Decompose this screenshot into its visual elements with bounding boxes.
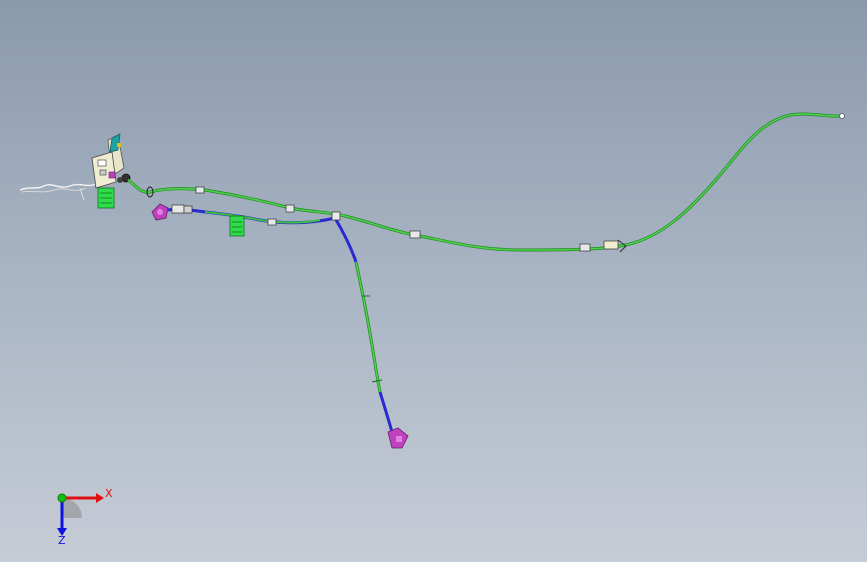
harness-model[interactable] [0, 0, 867, 562]
white-wire-bundle[interactable] [19, 183, 97, 201]
trunk-clips[interactable] [146, 113, 845, 253]
connector-magenta-bottom[interactable] [387, 427, 409, 449]
cad-graphics-viewport[interactable]: X Z [0, 0, 867, 562]
mounting-bracket[interactable] [91, 133, 131, 189]
connector-green-left[interactable] [97, 187, 115, 209]
secondary-branch[interactable] [167, 204, 336, 226]
connector-green-mid[interactable] [229, 215, 245, 237]
down-branch[interactable] [331, 211, 394, 433]
coordinate-triad-icon: X Z [57, 487, 113, 546]
connector-magenta-left[interactable] [151, 203, 169, 221]
axis-x-label: X [105, 487, 113, 500]
axis-z-label: Z [58, 534, 66, 546]
